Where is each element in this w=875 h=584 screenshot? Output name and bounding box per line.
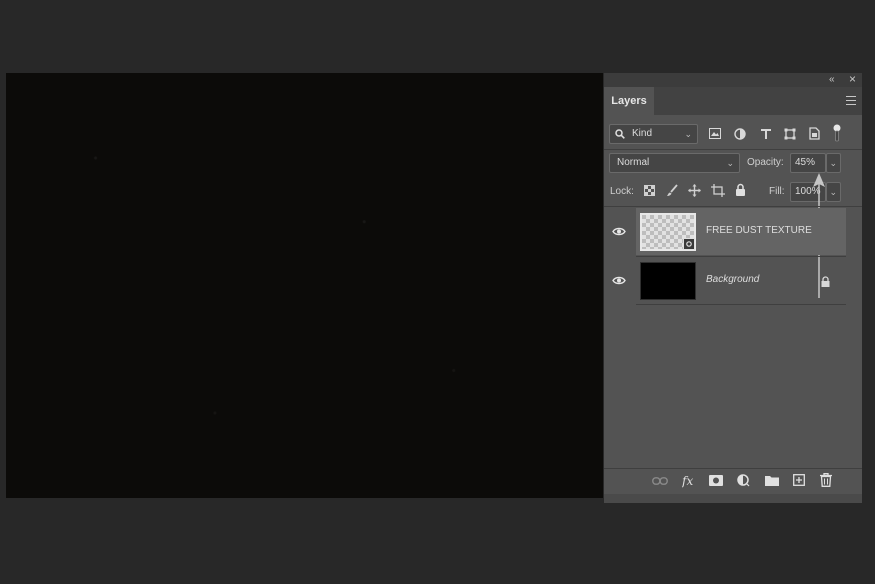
tab-layers[interactable]: Layers xyxy=(604,87,654,115)
new-adjustment-layer-icon[interactable] xyxy=(737,474,750,487)
eye-icon[interactable] xyxy=(612,227,626,236)
opacity-slider-toggle[interactable]: ⌄ xyxy=(826,153,841,173)
divider xyxy=(636,304,846,305)
filter-kind-value: Kind xyxy=(632,128,653,139)
delete-layer-icon[interactable] xyxy=(820,473,832,487)
fill-label: Fill: xyxy=(769,186,785,197)
adjustment-layer-filter-icon[interactable] xyxy=(734,128,746,140)
lock-artboard-icon[interactable] xyxy=(711,184,725,197)
chevron-down-icon: ⌄ xyxy=(726,158,734,168)
layers-panel: « × Layers Kind ⌄ Normal ⌄ Opacity: 45% … xyxy=(604,73,862,503)
panel-menu-icon[interactable] xyxy=(846,96,856,105)
svg-text:fx: fx xyxy=(682,474,693,488)
add-mask-icon[interactable] xyxy=(709,475,723,486)
layer-name: FREE DUST TEXTURE xyxy=(706,225,812,236)
lock-transparent-pixels-icon[interactable] xyxy=(644,185,655,196)
lock-all-icon[interactable] xyxy=(735,183,746,196)
search-icon xyxy=(615,129,625,139)
opacity-label: Opacity: xyxy=(747,157,784,168)
new-group-folder-icon[interactable] xyxy=(765,475,779,486)
close-panel-icon[interactable]: × xyxy=(849,73,856,85)
divider xyxy=(604,149,862,150)
layer-thumbnail xyxy=(640,262,696,300)
eye-icon[interactable] xyxy=(612,276,626,285)
layer-row-free-dust-texture[interactable]: FREE DUST TEXTURE xyxy=(636,208,846,255)
layer-name: Background xyxy=(706,274,760,285)
lock-label: Lock: xyxy=(610,186,634,197)
layer-row-background[interactable]: Background xyxy=(636,257,846,304)
panel-resize-handle[interactable] xyxy=(604,494,862,503)
fill-slider-toggle[interactable]: ⌄ xyxy=(826,182,841,202)
new-layer-icon[interactable] xyxy=(793,474,805,486)
chevron-down-icon: ⌄ xyxy=(684,129,692,139)
chevron-down-icon: ⌄ xyxy=(829,187,837,197)
blend-mode-value: Normal xyxy=(617,157,650,168)
document-canvas[interactable] xyxy=(6,73,603,498)
filter-toggle-icon[interactable] xyxy=(833,124,841,142)
link-layers-icon[interactable] xyxy=(652,477,668,485)
layers-bottom-toolbar: fx xyxy=(604,468,862,495)
type-layer-filter-icon[interactable] xyxy=(760,128,772,140)
smart-object-badge-icon xyxy=(683,238,695,250)
opacity-input[interactable]: 45% xyxy=(790,153,826,173)
collapse-panels-icon[interactable]: « xyxy=(829,74,835,86)
divider xyxy=(604,206,862,207)
opacity-value: 45% xyxy=(795,157,816,168)
pixel-layer-filter-icon[interactable] xyxy=(709,128,721,139)
lock-icon xyxy=(821,276,830,287)
layer-style-fx-icon[interactable]: fx xyxy=(682,474,696,488)
blend-mode-select[interactable]: Normal ⌄ xyxy=(609,153,740,173)
smart-object-filter-icon[interactable] xyxy=(809,127,820,140)
filter-kind-select[interactable]: Kind ⌄ xyxy=(609,124,698,144)
lock-position-icon[interactable] xyxy=(688,184,701,197)
panel-header-strip: « × xyxy=(604,73,862,87)
lock-image-pixels-icon[interactable] xyxy=(666,184,678,197)
chevron-down-icon: ⌄ xyxy=(829,158,837,168)
shape-layer-filter-icon[interactable] xyxy=(784,128,796,140)
panel-tab-bar: Layers xyxy=(604,87,862,115)
